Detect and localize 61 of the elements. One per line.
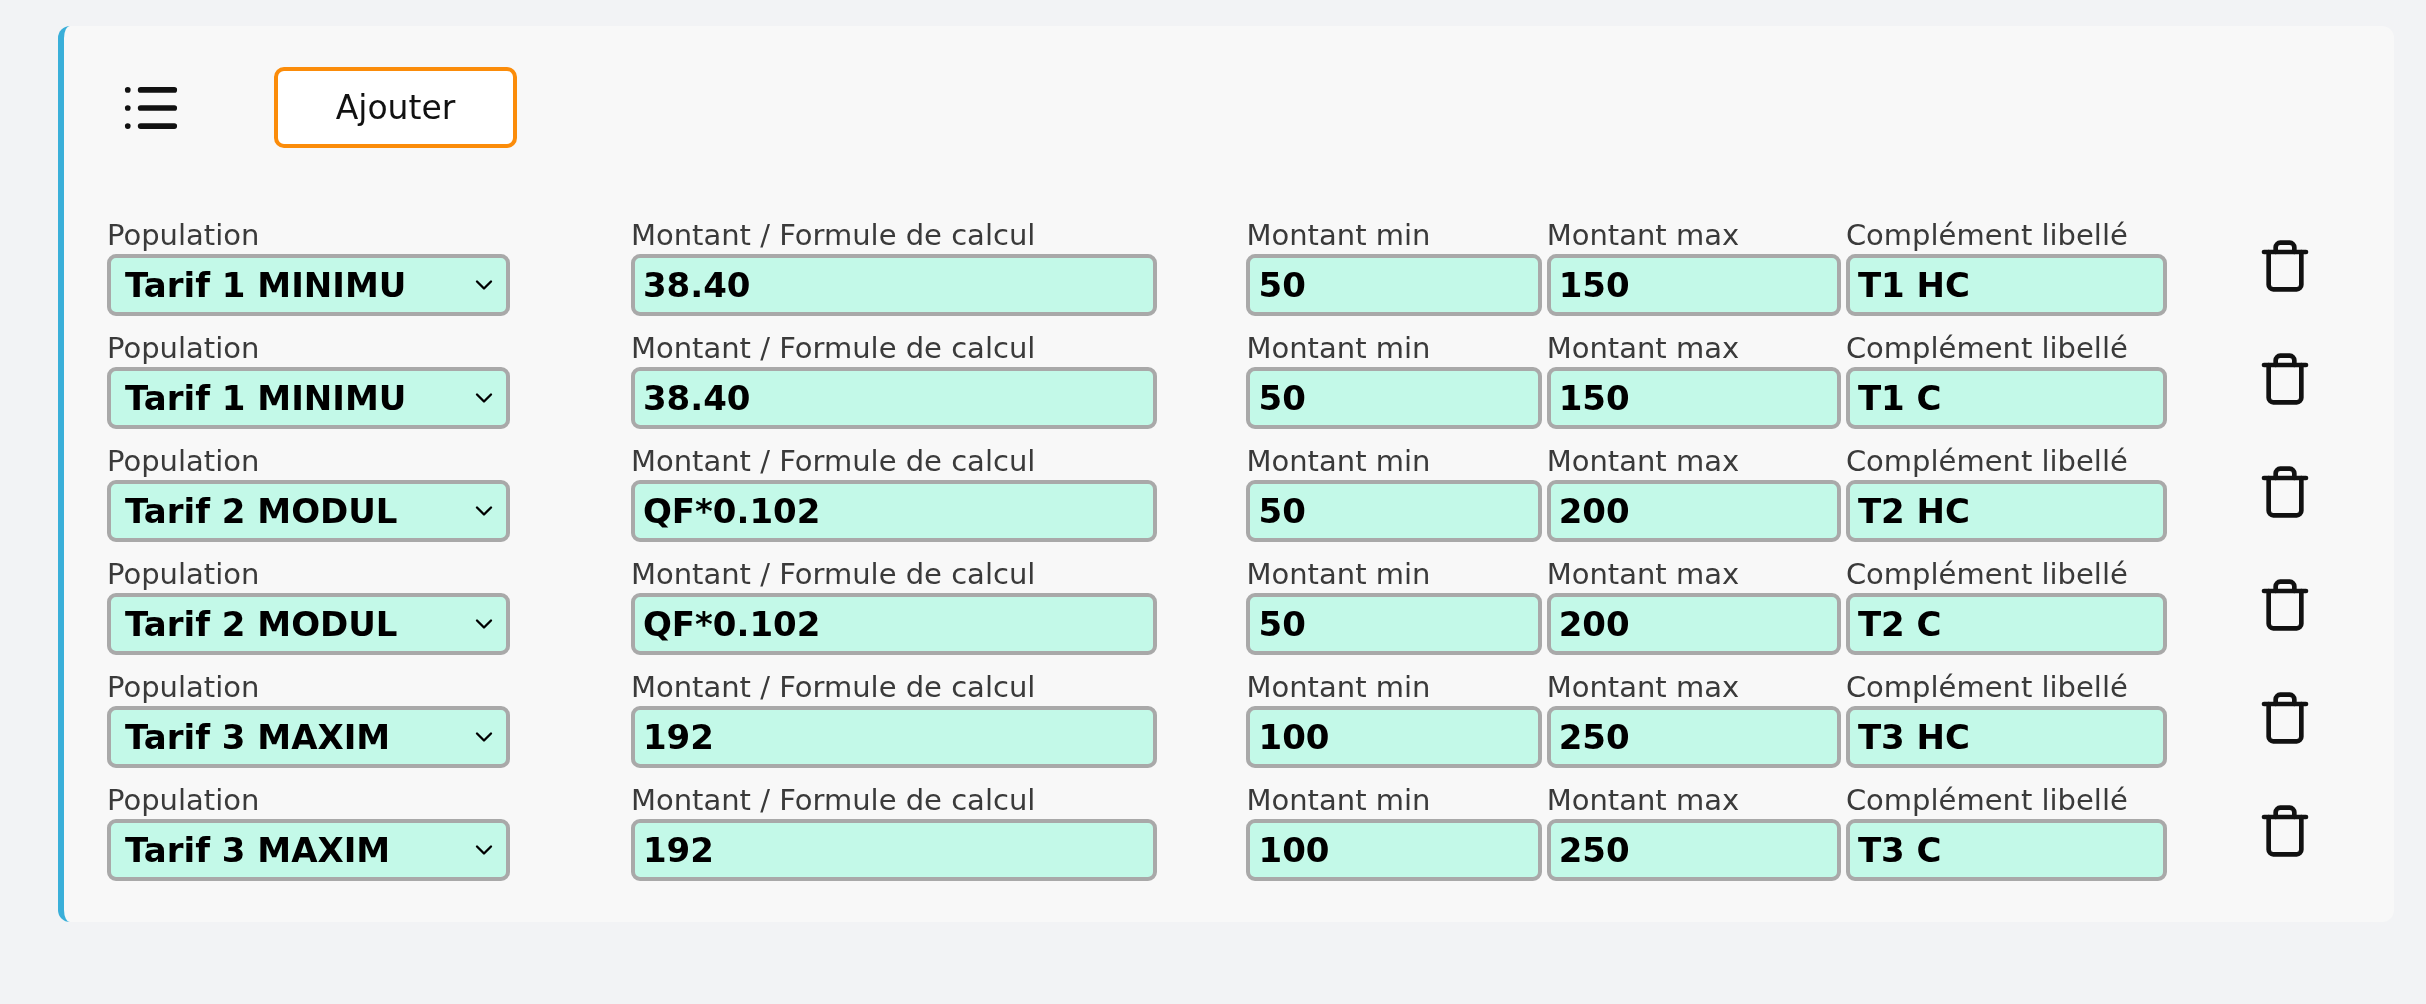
add-button[interactable]: Ajouter bbox=[274, 67, 517, 148]
input-field[interactable]: QF*0.102 bbox=[630, 593, 1158, 655]
input-field[interactable]: 100 bbox=[1246, 706, 1542, 768]
field-label: Population bbox=[107, 217, 260, 254]
field-label: Montant max bbox=[1546, 330, 1740, 367]
input-field[interactable]: 150 bbox=[1546, 367, 1841, 429]
field-label: Montant max bbox=[1546, 443, 1740, 480]
field-label: Complément libellé bbox=[1845, 782, 2128, 819]
input-field[interactable]: T2 HC bbox=[1845, 480, 2167, 542]
dropdown[interactable]: Tarif 2 MODUL bbox=[107, 593, 510, 655]
input-field[interactable]: 38.40 bbox=[630, 254, 1158, 316]
input-field[interactable]: 50 bbox=[1246, 254, 1542, 316]
field-label: Complément libellé bbox=[1845, 556, 2128, 593]
input-field[interactable]: QF*0.102 bbox=[630, 480, 1158, 542]
dropdown[interactable]: Tarif 3 MAXIM bbox=[107, 706, 510, 768]
input-field[interactable]: 100 bbox=[1246, 819, 1542, 881]
dropdown[interactable]: Tarif 2 MODUL bbox=[107, 480, 510, 542]
field-label: Montant min bbox=[1246, 669, 1431, 706]
field-label: Montant max bbox=[1546, 669, 1740, 706]
field-label: Complément libellé bbox=[1845, 443, 2128, 480]
field-label: Complément libellé bbox=[1845, 669, 2128, 706]
dropdown[interactable]: Tarif 1 MINIMU bbox=[107, 367, 510, 429]
dropdown[interactable]: Tarif 1 MINIMU bbox=[107, 254, 510, 316]
input-field[interactable]: 200 bbox=[1546, 480, 1841, 542]
field-label: Population bbox=[107, 443, 260, 480]
input-field[interactable]: 250 bbox=[1546, 706, 1841, 768]
field-label: Montant min bbox=[1246, 330, 1431, 367]
field-label: Population bbox=[107, 556, 260, 593]
field-label: Population bbox=[107, 330, 260, 367]
input-field[interactable]: 192 bbox=[630, 819, 1158, 881]
input-field[interactable]: 250 bbox=[1546, 819, 1841, 881]
input-field[interactable]: T1 C bbox=[1845, 367, 2167, 429]
field-label: Montant max bbox=[1546, 782, 1740, 819]
field-label: Montant / Formule de calcul bbox=[630, 443, 1036, 480]
field-label: Population bbox=[107, 782, 260, 819]
field-label: Complément libellé bbox=[1845, 330, 2128, 367]
input-field[interactable]: T1 HC bbox=[1845, 254, 2167, 316]
field-label: Population bbox=[107, 669, 260, 706]
field-label: Montant / Formule de calcul bbox=[630, 330, 1036, 367]
field-label: Montant min bbox=[1246, 556, 1431, 593]
input-field[interactable]: 50 bbox=[1246, 480, 1542, 542]
input-field[interactable]: 192 bbox=[630, 706, 1158, 768]
field-label: Montant / Formule de calcul bbox=[630, 556, 1036, 593]
input-field[interactable]: 50 bbox=[1246, 367, 1542, 429]
field-label: Montant / Formule de calcul bbox=[630, 669, 1036, 706]
input-field[interactable]: 38.40 bbox=[630, 367, 1158, 429]
field-label: Montant max bbox=[1546, 556, 1740, 593]
field-label: Montant max bbox=[1546, 217, 1740, 254]
input-field[interactable]: T3 C bbox=[1845, 819, 2167, 881]
field-label: Montant / Formule de calcul bbox=[630, 782, 1036, 819]
input-field[interactable]: T2 C bbox=[1845, 593, 2167, 655]
field-label: Montant / Formule de calcul bbox=[630, 217, 1036, 254]
input-field[interactable]: 200 bbox=[1546, 593, 1841, 655]
input-field[interactable]: T3 HC bbox=[1845, 706, 2167, 768]
input-field[interactable]: 150 bbox=[1546, 254, 1841, 316]
field-label: Montant min bbox=[1246, 782, 1431, 819]
field-label: Complément libellé bbox=[1845, 217, 2128, 254]
field-label: Montant min bbox=[1246, 217, 1431, 254]
input-field[interactable]: 50 bbox=[1246, 593, 1542, 655]
field-label: Montant min bbox=[1246, 443, 1431, 480]
dropdown[interactable]: Tarif 3 MAXIM bbox=[107, 819, 510, 881]
